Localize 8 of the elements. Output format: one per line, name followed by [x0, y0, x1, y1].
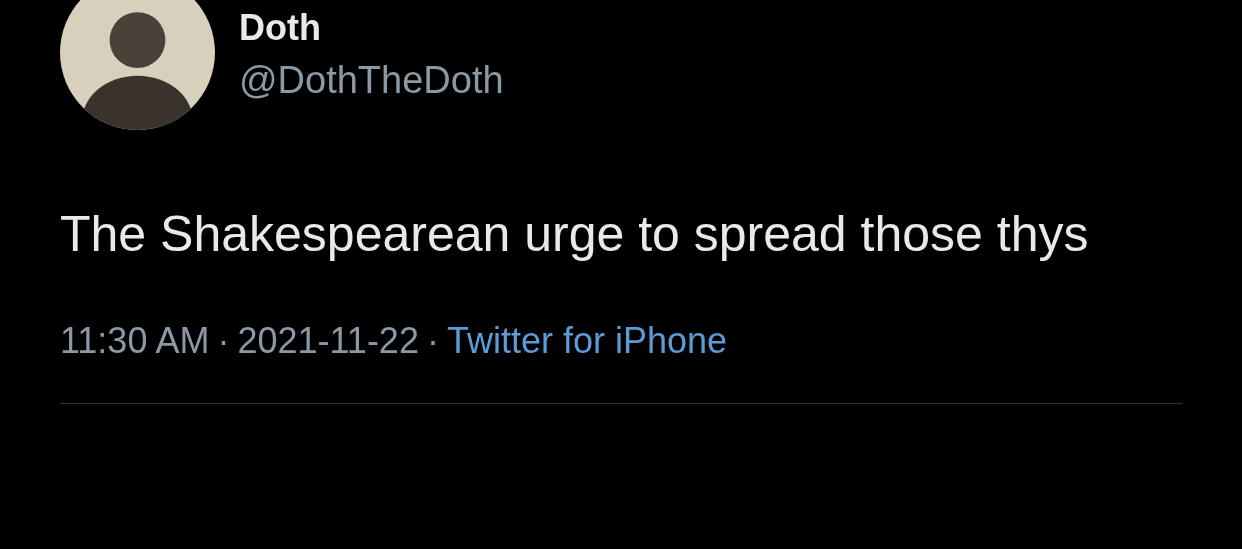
separator-dot: · [217, 319, 230, 363]
timestamp-text: 11:30 AM [60, 319, 210, 363]
source-link[interactable]: Twitter for iPhone [446, 319, 728, 363]
tweet-text: The Shakespearean urge to spread those thys [60, 205, 1090, 264]
author-handle: @DothTheDoth [239, 58, 504, 102]
separator-dot: · [426, 319, 439, 363]
timestamp-text: 2021-11-22 [237, 319, 419, 363]
author-name: Doth [239, 8, 322, 48]
